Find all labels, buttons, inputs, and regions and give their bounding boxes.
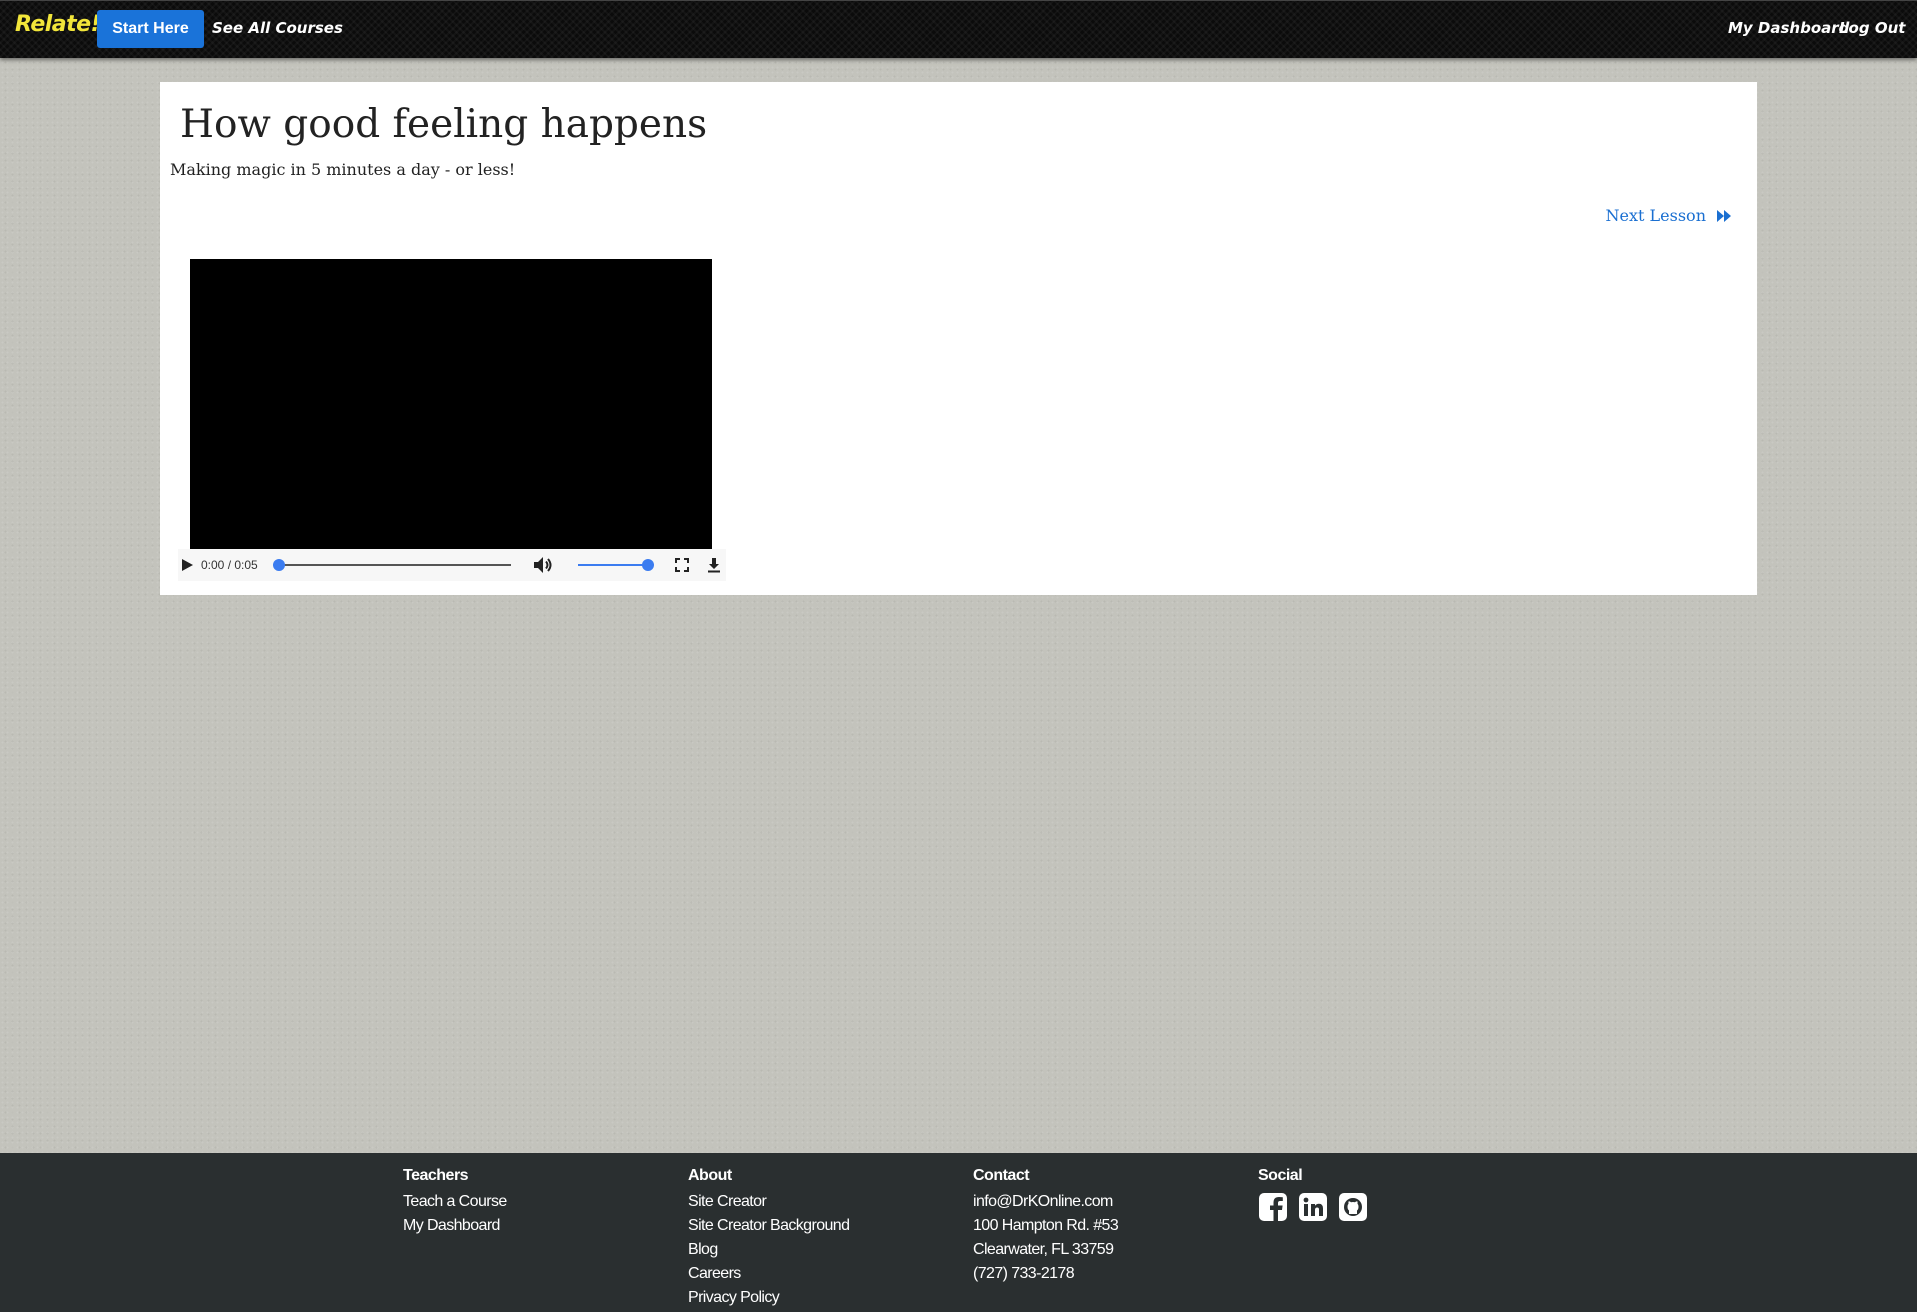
blog-link[interactable]: Blog [688,1238,849,1262]
next-lesson-label: Next Lesson [1605,206,1706,225]
volume-slider[interactable] [578,564,648,566]
contact-phone: (727) 733-2178 [973,1265,1075,1282]
careers-link[interactable]: Careers [688,1262,849,1286]
my-dashboard-link[interactable]: My Dashboard [1728,19,1849,37]
footer-social-column: Social [1258,1166,1368,1227]
lesson-title: How good feeling happens [180,102,708,147]
teach-a-course-link[interactable]: Teach a Course [403,1190,507,1214]
footer-teachers-heading: Teachers [403,1167,469,1184]
volume-icon[interactable] [533,556,553,574]
footer-contact-heading: Contact [973,1167,1030,1184]
video-screen[interactable] [190,259,712,549]
see-all-courses-link[interactable]: See All Courses [212,19,343,37]
start-here-button[interactable]: Start Here [97,10,204,48]
video-time-display: 0:00 / 0:05 [201,558,258,572]
footer-social-heading: Social [1258,1167,1303,1184]
lesson-card: How good feeling happens Making magic in… [160,82,1757,595]
fast-forward-icon [1717,209,1731,222]
video-progress-thumb[interactable] [273,559,285,571]
github-icon[interactable] [1338,1192,1368,1227]
site-footer: Teachers Teach a Course My Dashboard Abo… [0,1153,1917,1312]
video-controls-bar: 0:00 / 0:05 [178,549,726,581]
footer-my-dashboard-link[interactable]: My Dashboard [403,1214,507,1238]
top-navbar: Relate! Start Here See All Courses My Da… [0,0,1917,58]
fullscreen-icon[interactable] [675,558,689,572]
linkedin-icon[interactable] [1298,1192,1328,1227]
log-out-link[interactable]: Log Out [1839,19,1905,37]
contact-city-state-zip: Clearwater, FL 33759 [973,1241,1114,1258]
site-creator-background-link[interactable]: Site Creator Background [688,1214,850,1238]
volume-thumb[interactable] [642,559,654,571]
play-icon[interactable] [180,558,194,572]
contact-email-link[interactable]: info@DrKOnline.com [973,1190,1118,1214]
footer-about-heading: About [688,1167,732,1184]
contact-street-address: 100 Hampton Rd. #53 [973,1217,1119,1234]
video-progress-bar[interactable] [279,564,511,566]
footer-teachers-column: Teachers Teach a Course My Dashboard [403,1166,507,1238]
download-icon[interactable] [707,557,721,573]
footer-about-column: About Site Creator Site Creator Backgrou… [688,1166,850,1310]
lesson-subtitle: Making magic in 5 minutes a day - or les… [170,160,516,179]
site-creator-link[interactable]: Site Creator [688,1190,849,1214]
facebook-icon[interactable] [1258,1192,1288,1227]
brand-logo-link[interactable]: Relate! [15,12,101,37]
next-lesson-link[interactable]: Next Lesson [1606,206,1732,225]
privacy-policy-link[interactable]: Privacy Policy [688,1286,849,1310]
footer-contact-column: Contact info@DrKOnline.com 100 Hampton R… [973,1166,1119,1286]
social-icons-row [1258,1192,1368,1227]
